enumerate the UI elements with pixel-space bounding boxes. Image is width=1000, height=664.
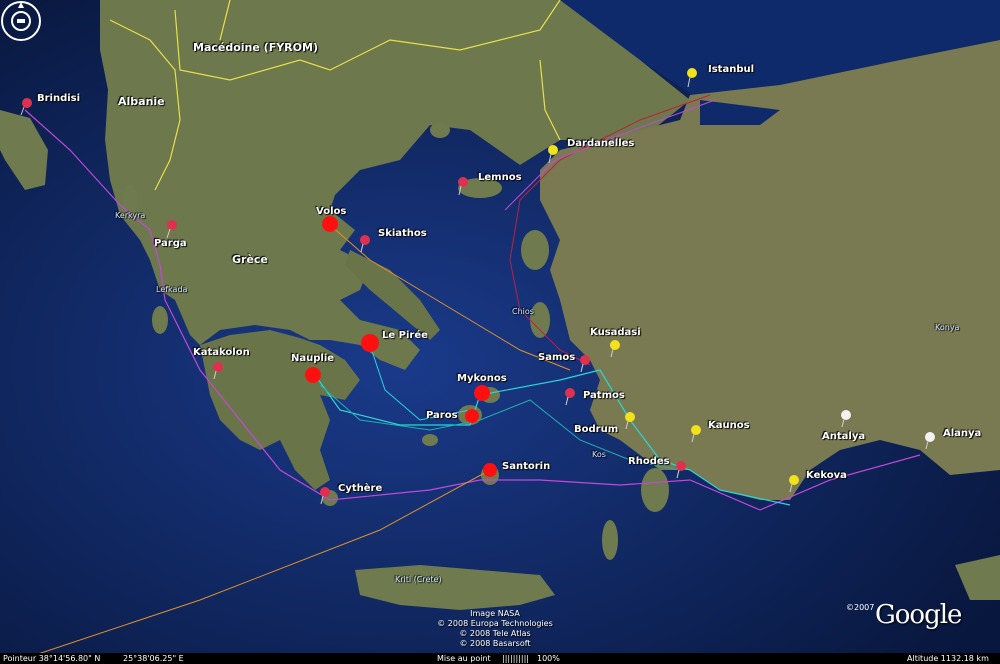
label-dardanelles: Dardanelles <box>567 138 635 149</box>
label-brindisi: Brindisi <box>37 93 81 104</box>
label-crete: Kriti (Crete) <box>395 575 442 584</box>
label-volos: Volos <box>316 206 347 217</box>
streaming-label: Mise au point <box>437 654 491 663</box>
credit-line: © 2008 Europa Technologies <box>437 619 553 628</box>
label-nauplie: Nauplie <box>291 353 335 364</box>
label-lefkada: Lefkada <box>156 285 188 294</box>
label-kaunos: Kaunos <box>708 420 750 431</box>
label-istanbul: Istanbul <box>708 64 755 75</box>
label-le-piree: Le Pirée <box>382 330 428 341</box>
credit-line: © 2008 Tele Atlas <box>459 629 531 638</box>
label-rhodes: Rhodes <box>628 456 670 467</box>
label-cythere: Cythère <box>338 483 383 494</box>
credit-line: Image NASA <box>470 609 520 618</box>
copyright-year: ©2007 <box>846 603 875 612</box>
map-view[interactable]: Macédoine (FYROM) Albanie Grèce Konya Br… <box>0 0 1000 664</box>
label-greece: Grèce <box>232 253 268 266</box>
status-bar: Pointeur 38°14'56.80" N 25°38'06.25" E M… <box>0 653 1000 664</box>
altitude-readout: Altitude 1132.18 km <box>907 654 989 663</box>
label-lemnos: Lemnos <box>478 172 522 183</box>
label-chios: Chios <box>512 307 534 316</box>
label-kerkyra: Kerkyra <box>115 211 146 220</box>
label-macedonia: Macédoine (FYROM) <box>193 41 318 54</box>
label-mykonos: Mykonos <box>457 373 507 384</box>
pointer-latitude: Pointeur 38°14'56.80" N <box>3 654 101 663</box>
label-kusadasi: Kusadasi <box>590 327 641 338</box>
label-patmos: Patmos <box>583 390 625 401</box>
credit-line: © 2008 Basarsoft <box>459 639 531 648</box>
label-bodrum: Bodrum <box>574 424 619 435</box>
label-parga: Parga <box>154 238 187 249</box>
label-konya: Konya <box>935 323 960 332</box>
label-alanya: Alanya <box>943 428 982 439</box>
label-kos: Kos <box>592 450 606 459</box>
label-samos: Samos <box>538 352 576 363</box>
label-katakolon: Katakolon <box>193 347 250 358</box>
label-skiathos: Skiathos <box>378 228 427 239</box>
label-paros: Paros <box>426 410 458 421</box>
compass-icon[interactable] <box>0 0 42 42</box>
pointer-longitude: 25°38'06.25" E <box>123 654 184 663</box>
map-credits: Image NASA © 2008 Europa Technologies © … <box>420 609 570 649</box>
google-logo: Google <box>875 600 962 630</box>
streaming-percent: 100% <box>537 654 560 663</box>
label-santorin: Santorin <box>502 461 551 472</box>
label-antalya: Antalya <box>822 431 866 442</box>
label-kekova: Kekova <box>806 470 847 481</box>
streaming-progress-bar: |||||||||| <box>502 654 529 663</box>
label-albania: Albanie <box>118 95 165 108</box>
